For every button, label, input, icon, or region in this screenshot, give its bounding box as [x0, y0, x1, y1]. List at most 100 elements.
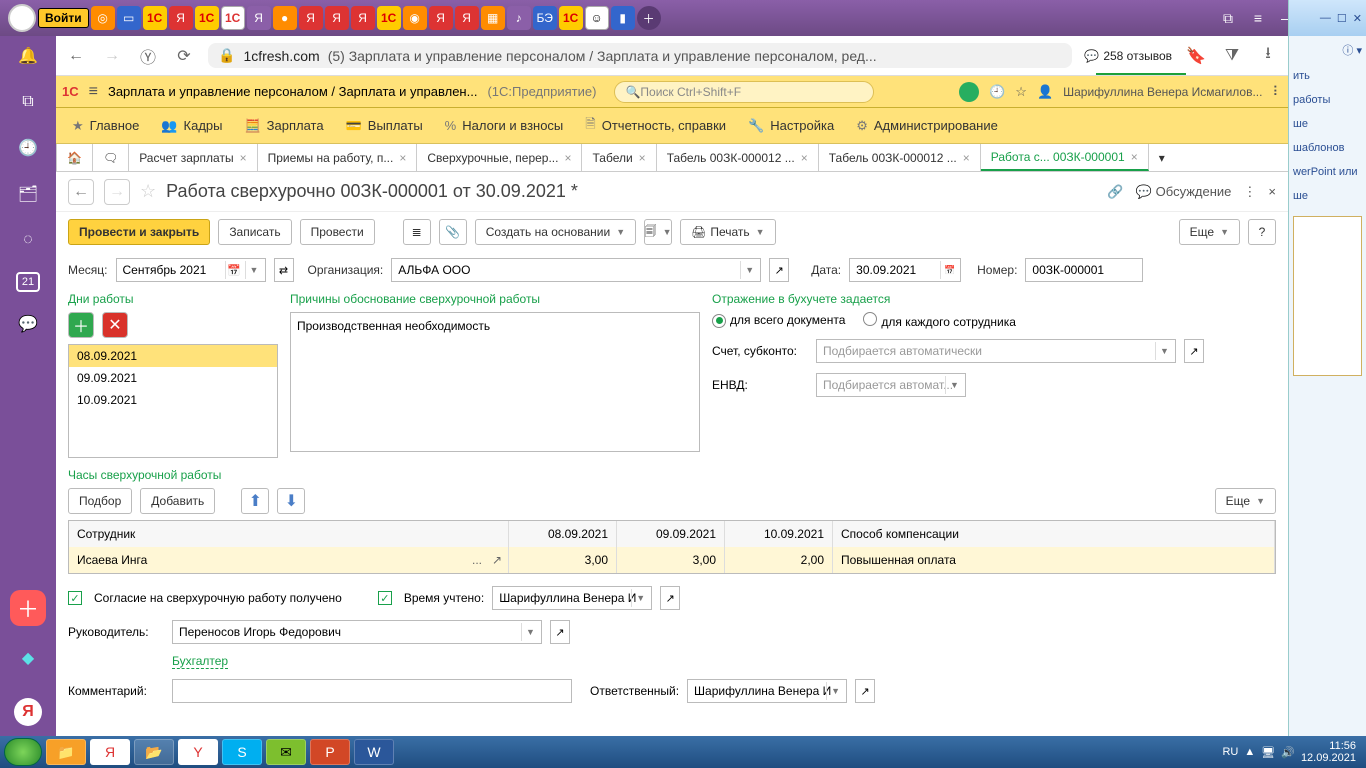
start-button[interactable]: [4, 738, 42, 766]
doc-tab[interactable]: Сверхурочные, перер...×: [417, 144, 582, 171]
day-row[interactable]: 10.09.2021: [69, 389, 277, 411]
table-row[interactable]: Исаева Инга...↗ 3,00 3,00 2,00 Повышенна…: [69, 547, 1275, 573]
add-panel-button[interactable]: ＋: [10, 590, 46, 626]
date-input[interactable]: 30.09.2021📅: [849, 258, 961, 282]
cell-d1[interactable]: 3,00: [509, 547, 617, 573]
doc-tab-active[interactable]: Работа с... 00ЗК-000001×: [981, 144, 1149, 171]
day-row[interactable]: 09.09.2021: [69, 367, 277, 389]
accountant-link[interactable]: Бухгалтер: [172, 654, 228, 669]
cell-d2[interactable]: 3,00: [617, 547, 725, 573]
tab-icon[interactable]: Я: [247, 6, 271, 30]
star-icon[interactable]: ☆: [1015, 84, 1027, 100]
tab-icon-active[interactable]: 1C: [221, 6, 245, 30]
zen-icon[interactable]: ◌: [14, 226, 42, 254]
tray-lang[interactable]: RU: [1222, 746, 1238, 758]
more-button[interactable]: Еще▼: [1179, 219, 1240, 245]
account-open-button[interactable]: ↗: [1184, 339, 1204, 363]
taskbar-app[interactable]: S: [222, 739, 262, 765]
month-input[interactable]: Сентябрь 2021📅▼: [116, 258, 266, 282]
print-button[interactable]: 🖨 Печать▼: [680, 219, 775, 245]
forward-button[interactable]: →: [100, 44, 124, 68]
history-icon[interactable]: 🕘: [14, 134, 42, 162]
tab-icon[interactable]: ●: [273, 6, 297, 30]
tab-icon[interactable]: Я: [325, 6, 349, 30]
bookmark-icon[interactable]: 🔖: [1184, 44, 1208, 68]
doc-tab[interactable]: Табель 00ЗК-000012 ...×: [657, 144, 819, 171]
section-vyplaty[interactable]: 💳Выплаты: [346, 118, 423, 134]
link-icon[interactable]: 🔗: [1107, 184, 1123, 200]
section-admin[interactable]: ⚙Администрирование: [856, 118, 998, 134]
close-doc-button[interactable]: ×: [1268, 184, 1276, 199]
section-nalogi[interactable]: %Налоги и взносы: [445, 118, 564, 133]
section-kadry[interactable]: 👥Кадры: [161, 118, 222, 134]
notifications-icon[interactable]: [959, 82, 979, 102]
radio-per-employee[interactable]: для каждого сотрудника: [863, 312, 1016, 329]
radio-all-doc[interactable]: для всего документа: [712, 313, 845, 328]
post-and-close-button[interactable]: Провести и закрыть: [68, 219, 210, 245]
ribbon-help-icon[interactable]: ⓘ ▾: [1289, 36, 1366, 64]
home-tab[interactable]: 🏠: [56, 144, 93, 171]
list-view-button[interactable]: ≣: [403, 219, 431, 245]
help-button[interactable]: ?: [1248, 219, 1276, 245]
nav-forward-button[interactable]: →: [104, 179, 130, 205]
win-close-icon[interactable]: ✕: [1353, 12, 1362, 25]
close-icon[interactable]: ×: [240, 151, 247, 165]
clock-icon[interactable]: 🕘: [989, 84, 1005, 100]
login-button[interactable]: Войти: [38, 8, 89, 28]
delete-day-button[interactable]: ✕: [102, 312, 128, 338]
tabs-dropdown[interactable]: ▾: [1149, 144, 1175, 171]
close-icon[interactable]: ×: [801, 151, 808, 165]
col-d1[interactable]: 08.09.2021: [509, 521, 617, 547]
post-button[interactable]: Провести: [300, 219, 375, 245]
tab-icon[interactable]: Я: [429, 6, 453, 30]
downloads-icon[interactable]: ⭳: [1256, 44, 1280, 68]
timed-checkbox[interactable]: ✓: [378, 591, 392, 605]
envd-input[interactable]: Подбирается автомат...▼: [816, 373, 966, 397]
hamburger-icon[interactable]: ≡: [89, 83, 98, 101]
taskbar-app[interactable]: P: [310, 739, 350, 765]
tab-icon[interactable]: Я: [299, 6, 323, 30]
slide-thumbnail[interactable]: [1293, 216, 1362, 376]
yandex-logo-icon[interactable]: Ⓨ: [136, 44, 160, 68]
tab-icon[interactable]: ♪: [507, 6, 531, 30]
doc-tab[interactable]: Табель 00ЗК-000012 ...×: [819, 144, 981, 171]
bell-icon[interactable]: 🔔: [14, 42, 42, 70]
move-up-button[interactable]: ⬆: [241, 488, 269, 514]
pick-button[interactable]: Подбор: [68, 488, 132, 514]
reviews-badge[interactable]: 💬 258 отзывов: [1084, 49, 1172, 63]
doc-tab[interactable]: Расчет зарплаты×: [129, 144, 257, 171]
tab-icon[interactable]: ▭: [117, 6, 141, 30]
ellipsis-icon[interactable]: ...: [472, 553, 482, 567]
day-row[interactable]: 08.09.2021: [69, 345, 277, 367]
favorites-tab[interactable]: 🗨: [93, 144, 129, 171]
tab-icon[interactable]: 1C: [377, 6, 401, 30]
search-input[interactable]: 🔍 Поиск Ctrl+Shift+F: [614, 81, 874, 103]
tab-icon[interactable]: Я: [351, 6, 375, 30]
cell-comp[interactable]: Повышенная оплата: [833, 547, 1275, 573]
col-employee[interactable]: Сотрудник: [69, 521, 509, 547]
move-down-button[interactable]: ⬇: [277, 488, 305, 514]
chevron-down-icon[interactable]: ▼: [945, 376, 963, 394]
calendar-widget[interactable]: 21: [16, 272, 40, 292]
tab-icon[interactable]: БЭ: [533, 6, 557, 30]
tab-icon[interactable]: ▮: [611, 6, 635, 30]
overflow-icon[interactable]: ⠇: [1272, 84, 1282, 100]
month-stepper[interactable]: ⇄: [274, 258, 294, 282]
open-icon[interactable]: ↗: [492, 553, 502, 567]
close-icon[interactable]: ×: [963, 151, 970, 165]
taskbar-app[interactable]: W: [354, 739, 394, 765]
current-user[interactable]: Шарифуллина Венера Исмагилов...: [1063, 85, 1262, 99]
new-tab-button[interactable]: ＋: [637, 6, 661, 30]
copy-button[interactable]: 🗐▼: [644, 219, 672, 245]
chevron-down-icon[interactable]: ▼: [1155, 342, 1173, 360]
taskbar-app[interactable]: 📂: [134, 739, 174, 765]
tab-icon[interactable]: ▦: [481, 6, 505, 30]
tab-icon[interactable]: ☺: [585, 6, 609, 30]
profile-avatar[interactable]: [8, 4, 36, 32]
close-icon[interactable]: ×: [399, 151, 406, 165]
tab-icon[interactable]: ◎: [91, 6, 115, 30]
days-list[interactable]: 08.09.2021 09.09.2021 10.09.2021: [68, 344, 278, 458]
bookmarks-icon[interactable]: ⧉: [14, 88, 42, 116]
add-row-button[interactable]: Добавить: [140, 488, 215, 514]
browser-panels-icon[interactable]: ⧉: [1214, 6, 1242, 30]
